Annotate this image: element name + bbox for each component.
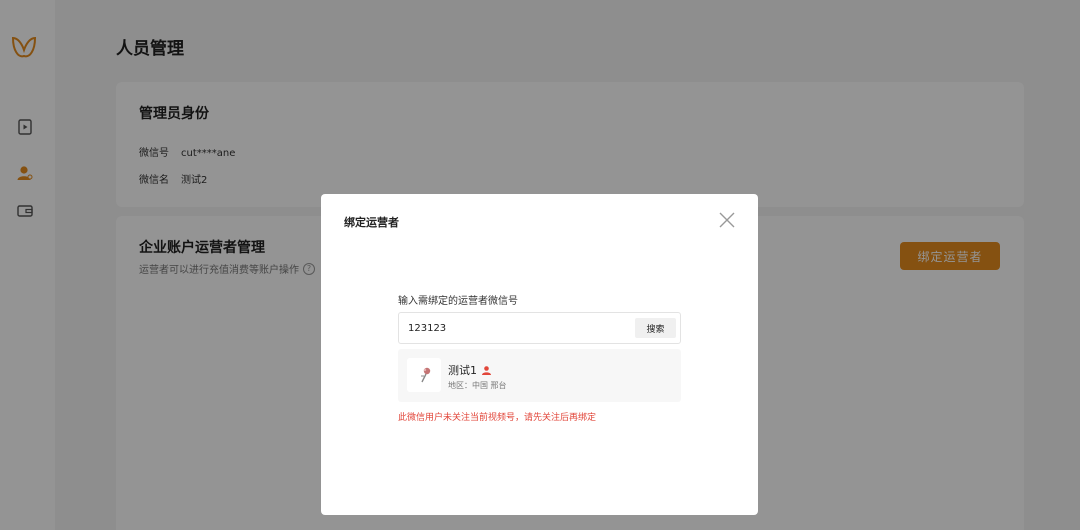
wechat-id-field-label: 输入需绑定的运营者微信号 <box>398 296 518 307</box>
bind-operator-dialog: 绑定运营者 输入需绑定的运营者微信号 搜索 测试1 地区：中国 邢台 此微信用户… <box>321 194 758 515</box>
close-icon[interactable] <box>718 211 736 229</box>
search-box: 搜索 <box>398 312 681 344</box>
search-result-item[interactable]: 测试1 地区：中国 邢台 <box>398 349 681 402</box>
search-button[interactable]: 搜索 <box>635 318 676 338</box>
person-icon <box>482 365 491 375</box>
avatar <box>407 358 441 392</box>
error-message: 此微信用户未关注当前视频号，请先关注后再绑定 <box>398 413 597 423</box>
wechat-id-search-input[interactable] <box>399 313 629 343</box>
result-name: 测试1 <box>448 364 477 377</box>
result-region: 地区：中国 邢台 <box>448 381 507 390</box>
dialog-title: 绑定运营者 <box>344 216 399 229</box>
result-name-row: 测试1 <box>448 362 492 378</box>
